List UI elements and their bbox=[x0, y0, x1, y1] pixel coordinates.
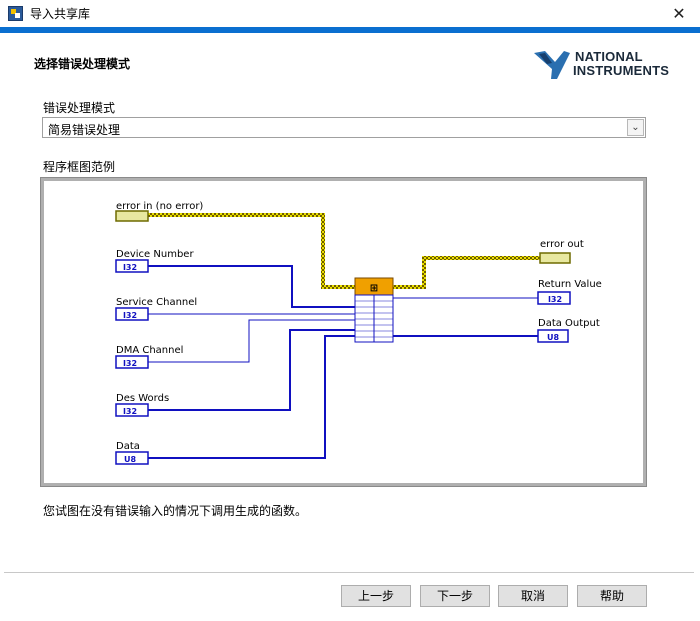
terminal-label-service-channel: Service Channel bbox=[116, 297, 197, 308]
error-mode-select[interactable]: 简易错误处理 ⌄ bbox=[42, 117, 646, 138]
block-diagram: ⊞ error in (no error) Device Number I32 … bbox=[44, 181, 643, 483]
terminal-type-return-value: I32 bbox=[548, 295, 562, 304]
terminal-type-device-number: I32 bbox=[123, 263, 137, 272]
diagram-label: 程序框图范例 bbox=[43, 160, 116, 174]
terminal-type-des-words: I32 bbox=[123, 407, 137, 416]
terminal-label-data-output: Data Output bbox=[538, 318, 600, 329]
terminal-type-data-output: U8 bbox=[547, 333, 559, 342]
error-in-terminal bbox=[115, 210, 149, 222]
output-terminals: error out Return Value I32 Data Output U… bbox=[537, 239, 602, 343]
wizard-header: 选择错误处理模式 NATIONAL INSTRUMENTS bbox=[0, 33, 700, 89]
data-wires bbox=[148, 265, 538, 459]
terminal-label-des-words: Des Words bbox=[116, 393, 169, 404]
next-button[interactable]: 下一步 bbox=[420, 585, 490, 607]
terminal-label-error-out: error out bbox=[540, 239, 584, 250]
cancel-button[interactable]: 取消 bbox=[498, 585, 568, 607]
info-message: 您试图在没有错误输入的情况下调用生成的函数。 bbox=[43, 504, 308, 518]
close-button[interactable]: ✕ bbox=[664, 1, 694, 26]
error-out-terminal bbox=[539, 252, 571, 264]
error-mode-label: 错误处理模式 bbox=[43, 101, 116, 115]
title-bar: 导入共享库 ✕ bbox=[0, 0, 700, 27]
block-diagram-canvas: ⊞ error in (no error) Device Number I32 … bbox=[115, 201, 602, 465]
window-title: 导入共享库 bbox=[30, 7, 91, 21]
terminal-type-data: U8 bbox=[124, 455, 136, 464]
logo-text-national: NATIONAL bbox=[575, 49, 643, 64]
help-button[interactable]: 帮助 bbox=[577, 585, 647, 607]
error-out-wire bbox=[393, 256, 540, 289]
svg-text:⊞: ⊞ bbox=[370, 283, 378, 294]
logo-text-instruments: INSTRUMENTS bbox=[573, 63, 670, 78]
terminal-type-dma-channel: I32 bbox=[123, 359, 137, 368]
terminal-type-service-channel: I32 bbox=[123, 311, 137, 320]
terminal-label-data: Data bbox=[116, 441, 140, 452]
block-diagram-frame: ⊞ error in (no error) Device Number I32 … bbox=[40, 177, 647, 487]
page-title: 选择错误处理模式 bbox=[34, 57, 131, 71]
app-icon bbox=[8, 6, 23, 21]
back-button[interactable]: 上一步 bbox=[341, 585, 411, 607]
ni-logo: NATIONAL INSTRUMENTS bbox=[533, 48, 673, 80]
input-terminals: error in (no error) Device Number I32 Se… bbox=[115, 201, 203, 465]
error-mode-value: 简易错误处理 bbox=[48, 123, 121, 137]
terminal-label-device-number: Device Number bbox=[116, 249, 194, 260]
terminal-label-dma-channel: DMA Channel bbox=[116, 345, 183, 356]
footer-divider bbox=[4, 572, 694, 573]
chevron-down-icon[interactable]: ⌄ bbox=[627, 119, 644, 136]
ni-eagle-icon bbox=[534, 51, 570, 79]
terminal-label-return-value: Return Value bbox=[538, 279, 602, 290]
call-library-node: ⊞ bbox=[354, 277, 394, 343]
